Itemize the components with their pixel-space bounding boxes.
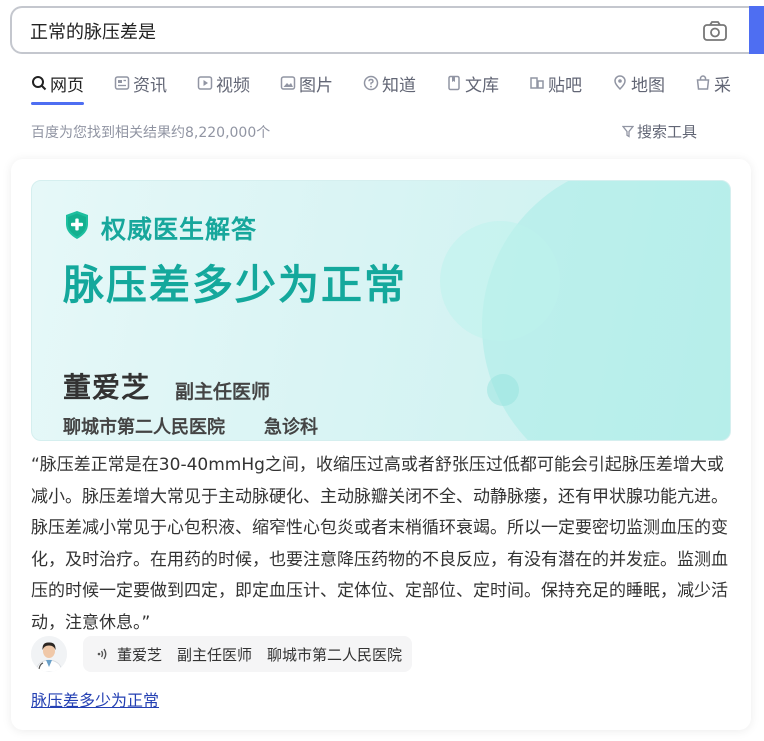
result-count: 百度为您找到相关结果约8,220,000个 (31, 125, 271, 141)
search-button[interactable] (749, 6, 764, 54)
tab-shopping[interactable]: 采 (695, 70, 731, 96)
doctor-audio-pill[interactable]: 董爱芝 副主任医师 聊城市第二人民医院 (83, 636, 413, 672)
tab-images[interactable]: 图片 (280, 70, 333, 96)
tab-label: 知道 (382, 75, 416, 96)
doctor-title: 副主任医师 (175, 381, 271, 403)
search-icon (32, 76, 47, 91)
sound-icon (97, 648, 107, 660)
image-icon (280, 76, 296, 90)
tab-news[interactable]: 资讯 (114, 70, 167, 96)
tab-tieba[interactable]: 贴吧 (529, 70, 582, 96)
tab-zhidao[interactable]: 知道 (363, 70, 416, 96)
video-icon (197, 76, 213, 90)
doctor-hospital: 聊城市第二人民医院 (63, 417, 225, 438)
search-input[interactable] (30, 19, 670, 43)
shopping-icon (696, 75, 710, 90)
doctor-info-row: 董爱芝 副主任医师 聊城市第二人民医院 (31, 633, 413, 675)
map-icon (614, 75, 626, 91)
tab-label: 采 (714, 75, 731, 96)
search-box (10, 6, 754, 54)
avatar[interactable] (31, 636, 67, 672)
tab-label: 贴吧 (548, 75, 582, 96)
tab-wenku[interactable]: 文库 (446, 70, 499, 96)
search-tools-button[interactable]: 搜索工具 (622, 121, 697, 142)
result-title-link[interactable]: 脉压差多少为正常 (31, 687, 159, 711)
tab-label: 视频 (216, 75, 250, 96)
banner-title: 脉压差多少为正常 (63, 261, 407, 309)
doctor-department: 急诊科 (264, 417, 318, 438)
answer-text: “脉压差正常是在30-40mmHg之间，收缩压过高或者舒张压过低都可能会引起脉压… (31, 455, 728, 633)
tab-label: 图片 (299, 75, 333, 96)
doctor-name: 董爱芝 (63, 371, 151, 404)
doctor-answer-card: 权威医生解答 脉压差多少为正常 董爱芝 副主任医师 聊城市第二人民医院 急诊科 … (11, 159, 751, 730)
tab-web[interactable]: 网页 (31, 70, 84, 105)
doc-icon (448, 75, 460, 91)
news-icon (114, 76, 130, 90)
pill-doctor-title: 副主任医师 (177, 645, 253, 664)
tab-label: 网页 (50, 75, 84, 96)
pill-doctor-name: 董爱芝 (117, 645, 163, 664)
search-tools-label: 搜索工具 (637, 123, 698, 141)
authority-badge-text: 权威医生解答 (101, 215, 258, 244)
tab-label: 地图 (631, 75, 665, 96)
decorative-circle (487, 374, 519, 406)
tab-label: 文库 (465, 75, 499, 96)
pill-hospital: 聊城市第二人民医院 (267, 645, 403, 664)
answer-banner[interactable]: 权威医生解答 脉压差多少为正常 董爱芝 副主任医师 聊城市第二人民医院 急诊科 (31, 180, 731, 441)
tab-label: 资讯 (133, 75, 167, 96)
tab-map[interactable]: 地图 (612, 70, 665, 96)
search-tabs: 网页 资讯 视频 图片 知道 文库 贴吧 地图 采 (31, 70, 761, 106)
shield-icon (66, 211, 88, 239)
camera-icon[interactable] (702, 20, 728, 42)
tab-video[interactable]: 视频 (197, 70, 250, 96)
filter-icon (622, 125, 634, 138)
decorative-circle (440, 221, 560, 341)
tieba-icon (530, 77, 544, 89)
question-icon (363, 75, 379, 91)
